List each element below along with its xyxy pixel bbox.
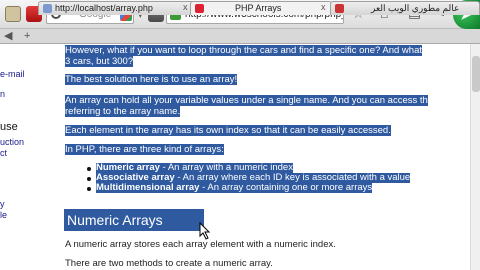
w3schools-icon <box>195 4 204 13</box>
sidebar-item-n[interactable]: n <box>0 89 5 99</box>
close-icon[interactable]: x <box>183 2 188 12</box>
section-heading: Numeric Arrays <box>64 209 204 231</box>
paragraph-array-hold: An array can hold all your variable valu… <box>65 95 428 106</box>
tab-label: http://localhost/array.php <box>55 3 153 13</box>
list-item: Multidimensional array - An array contai… <box>96 182 373 193</box>
paragraph-loop-cont: 3 cars, but 300? <box>65 56 134 67</box>
scrollbar-thumb[interactable] <box>472 56 480 92</box>
tab-label: عالم مطوري الويب العر <box>371 3 460 13</box>
page-icon <box>43 4 52 13</box>
bullet <box>87 187 91 191</box>
sidebar-item-y[interactable]: y <box>0 199 5 209</box>
close-icon[interactable]: x <box>321 2 326 12</box>
mouse-cursor-icon <box>199 222 211 240</box>
paragraph-two-methods: There are two methods to create a numeri… <box>65 258 273 269</box>
tab-bar <box>0 29 480 44</box>
tab-label: PHP Arrays <box>235 3 282 13</box>
paragraph-each-element: Each element in the array has its own in… <box>65 125 391 136</box>
sidebar-item-uction[interactable]: uction <box>0 137 24 147</box>
tab-localhost-array[interactable]: http://localhost/array.php x <box>38 1 194 15</box>
sidebar-item-le[interactable]: le <box>0 210 7 220</box>
paragraph-array-hold-cont: referring to the array name. <box>65 106 181 117</box>
paragraph-numeric-desc: A numeric array stores each array elemen… <box>65 239 336 250</box>
sidebar-item-use: use <box>0 121 18 133</box>
paragraph-three-kinds: In PHP, there are three kind of arrays: <box>65 144 224 155</box>
bookmark-icon[interactable] <box>5 6 21 22</box>
tab-arabic-site[interactable]: عالم مطوري الويب العر <box>330 1 480 15</box>
new-tab-button[interactable]: + <box>24 29 30 44</box>
tab-scroll-left-icon[interactable]: ◀ <box>4 29 12 44</box>
bullet <box>87 177 91 181</box>
bullet <box>87 167 91 171</box>
tab-php-arrays[interactable]: PHP Arrays x <box>190 1 332 15</box>
sidebar-item-email[interactable]: e-mail <box>0 69 25 79</box>
paragraph-loop: However, what if you want to loop throug… <box>65 45 422 56</box>
sidebar-item-ct[interactable]: ct <box>0 148 7 158</box>
main-content: However, what if you want to loop throug… <box>44 44 480 270</box>
left-sidebar: e-mail n use uction ct y le <box>0 44 44 270</box>
site-icon <box>335 4 344 13</box>
vertical-scrollbar[interactable] <box>470 44 480 270</box>
paragraph-solution: The best solution here is to use an arra… <box>65 74 238 85</box>
